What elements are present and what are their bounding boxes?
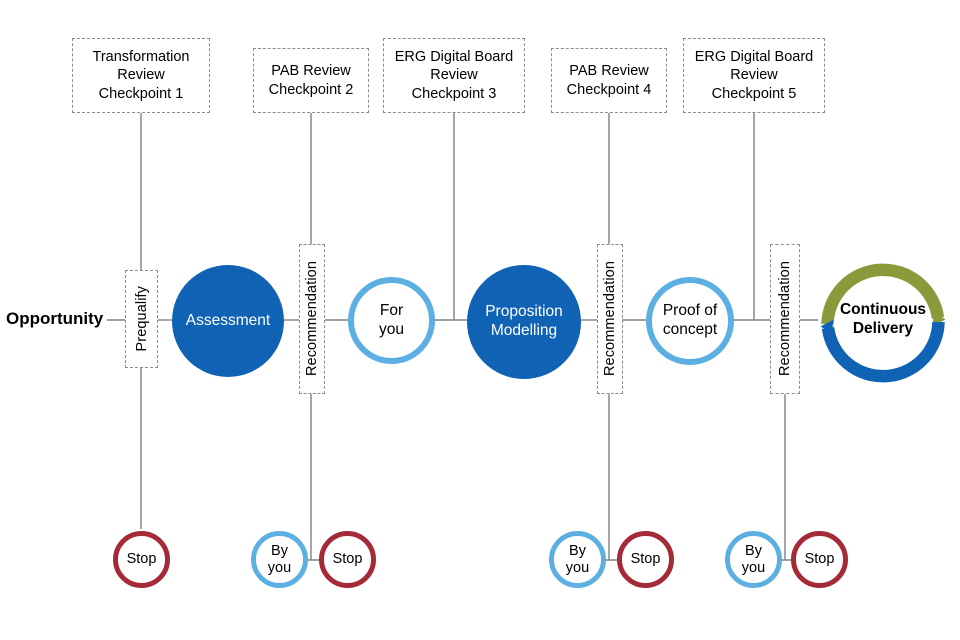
checkpoint-box-3[interactable]: ERG Digital Board Review Checkpoint 3: [383, 38, 525, 113]
checkpoint-2-label: PAB Review Checkpoint 2: [268, 63, 354, 98]
checkpoint-box-5[interactable]: ERG Digital Board Review Checkpoint 5: [683, 38, 825, 113]
outcome-circle-stop-2[interactable]: Stop: [319, 531, 376, 588]
outcome-stop-3-label: Stop: [630, 551, 661, 568]
outcome-stop-2-label: Stop: [332, 551, 363, 568]
stage-for-you-label: For you: [379, 301, 404, 338]
outcome-circle-stop-1[interactable]: Stop: [113, 531, 170, 588]
outcome-circle-by-you-2[interactable]: By you: [549, 531, 606, 588]
continuous-delivery-cycle[interactable]: Continuous Delivery: [815, 252, 951, 388]
checkpoint-3-label: ERG Digital Board Review Checkpoint 3: [394, 49, 514, 102]
outcome-stop-1-label: Stop: [126, 551, 157, 568]
gate-box-recommendation-3[interactable]: Recommendation: [770, 244, 800, 394]
stage-proof-of-concept-label: Proof of concept: [662, 302, 718, 338]
outcome-stop-4-label: Stop: [804, 551, 835, 568]
cycle-arrows-icon: [820, 263, 946, 383]
gate-recommendation-1-label: Recommendation: [304, 261, 320, 377]
checkpoint-5-label: ERG Digital Board Review Checkpoint 5: [694, 49, 814, 102]
checkpoint-box-1[interactable]: Transformation Review Checkpoint 1: [72, 38, 210, 113]
stage-circle-proof-of-concept[interactable]: Proof of concept: [646, 277, 734, 365]
opportunity-label: Opportunity: [6, 309, 104, 328]
stage-circle-for-you[interactable]: For you: [348, 277, 435, 364]
gate-recommendation-2-label: Recommendation: [602, 261, 618, 377]
checkpoint-1-label: Transformation Review Checkpoint 1: [92, 49, 190, 102]
outcome-circle-by-you-1[interactable]: By you: [251, 531, 308, 588]
outcome-circle-by-you-3[interactable]: By you: [725, 531, 782, 588]
outcome-circle-stop-4[interactable]: Stop: [791, 531, 848, 588]
diagram-canvas: Transformation Review Checkpoint 1 PAB R…: [0, 0, 960, 640]
gate-box-recommendation-1[interactable]: Recommendation: [299, 244, 325, 394]
stage-circle-assessment[interactable]: Assessment: [172, 265, 284, 377]
outcome-by-you-2-label: By you: [565, 542, 590, 576]
checkpoint-box-2[interactable]: PAB Review Checkpoint 2: [253, 48, 369, 113]
gate-recommendation-3-label: Recommendation: [777, 261, 793, 377]
outcome-by-you-1-label: By you: [267, 542, 292, 576]
outcome-by-you-3-label: By you: [741, 542, 766, 576]
checkpoint-box-4[interactable]: PAB Review Checkpoint 4: [551, 48, 667, 113]
stage-assessment-label: Assessment: [185, 311, 271, 329]
gate-prequalify-label: Prequalify: [133, 286, 150, 352]
stage-proposition-modelling-label: Proposition Modelling: [485, 303, 563, 339]
gate-box-prequalify[interactable]: Prequalify: [125, 270, 158, 368]
gate-box-recommendation-2[interactable]: Recommendation: [597, 244, 623, 394]
outcome-circle-stop-3[interactable]: Stop: [617, 531, 674, 588]
stage-circle-proposition-modelling[interactable]: Proposition Modelling: [467, 265, 581, 379]
checkpoint-4-label: PAB Review Checkpoint 4: [566, 63, 652, 98]
